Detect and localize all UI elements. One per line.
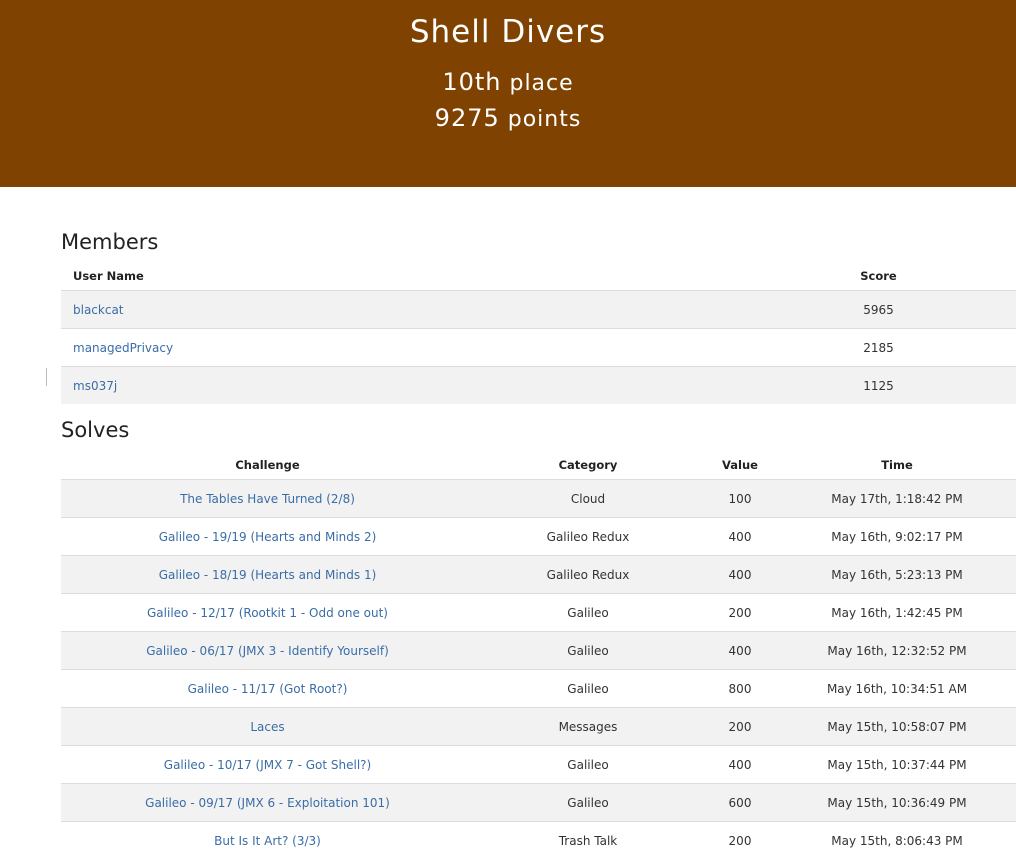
category-cell: Galileo Redux [474,555,702,594]
challenge-link[interactable]: Galileo - 06/17 (JMX 3 - Identify Yourse… [146,644,389,658]
header-time: Time [881,458,913,472]
category-cell: Galileo [474,669,702,708]
category-cell: Galileo [474,745,702,784]
header-score: Score [860,269,897,283]
category-cell: Galileo Redux [474,517,702,556]
challenge-cell: The Tables Have Turned (2/8) [61,479,474,518]
member-row: ms037j 1125 [61,366,1016,404]
solve-row: Galileo - 19/19 (Hearts and Minds 2) Gal… [61,517,1016,556]
category-cell: Trash Talk [474,821,702,859]
time-cell: May 16th, 9:02:17 PM [778,517,1016,556]
category-cell: Galileo [474,631,702,670]
challenge-link[interactable]: Galileo - 18/19 (Hearts and Minds 1) [159,568,377,582]
challenge-link[interactable]: Galileo - 10/17 (JMX 7 - Got Shell?) [164,758,371,772]
points-word: points [507,107,582,132]
challenge-cell: Galileo - 06/17 (JMX 3 - Identify Yourse… [61,631,474,670]
challenge-cell: Laces [61,707,474,746]
member-name-cell: ms037j [61,366,741,404]
value-cell: 600 [702,783,778,822]
challenge-cell: But Is It Art? (3/3) [61,821,474,859]
challenge-cell: Galileo - 18/19 (Hearts and Minds 1) [61,555,474,594]
challenge-link[interactable]: Laces [250,720,284,734]
challenge-link[interactable]: The Tables Have Turned (2/8) [180,492,355,506]
text-cursor [46,368,48,386]
members-header-row: User Name Score [61,262,1016,291]
solve-row: Galileo - 18/19 (Hearts and Minds 1) Gal… [61,555,1016,594]
time-cell: May 17th, 1:18:42 PM [778,479,1016,518]
header-category: Category [558,458,618,472]
members-table: User Name Score blackcat 5965 managedPri… [61,262,1016,404]
challenge-cell: Galileo - 09/17 (JMX 6 - Exploitation 10… [61,783,474,822]
solves-heading: Solves [61,418,130,442]
solve-row: Galileo - 11/17 (Got Root?) Galileo 800 … [61,669,1016,708]
member-name-cell: blackcat [61,290,741,329]
member-row: blackcat 5965 [61,290,1016,329]
value-cell: 400 [702,517,778,556]
solve-row: Galileo - 12/17 (Rootkit 1 - Odd one out… [61,593,1016,632]
team-place: 10th place [0,68,1016,96]
team-points: 9275 points [0,104,1016,132]
value-cell: 200 [702,593,778,632]
place-number: 10th [442,68,502,96]
value-cell: 200 [702,821,778,859]
member-score: 5965 [741,290,1016,329]
solve-row: Galileo - 06/17 (JMX 3 - Identify Yourse… [61,631,1016,670]
member-row: managedPrivacy 2185 [61,328,1016,367]
time-cell: May 15th, 10:36:49 PM [778,783,1016,822]
header-value: Value [722,458,758,472]
time-cell: May 16th, 10:34:51 AM [778,669,1016,708]
time-cell: May 15th, 10:37:44 PM [778,745,1016,784]
challenge-cell: Galileo - 12/17 (Rootkit 1 - Odd one out… [61,593,474,632]
category-cell: Cloud [474,479,702,518]
solve-row: Galileo - 09/17 (JMX 6 - Exploitation 10… [61,783,1016,822]
value-cell: 800 [702,669,778,708]
solve-row: The Tables Have Turned (2/8) Cloud 100 M… [61,479,1016,518]
time-cell: May 15th, 8:06:43 PM [778,821,1016,859]
solve-row: But Is It Art? (3/3) Trash Talk 200 May … [61,821,1016,859]
member-score: 1125 [741,366,1016,404]
header-challenge: Challenge [235,458,300,472]
member-score: 2185 [741,328,1016,367]
member-link[interactable]: blackcat [73,303,124,317]
value-cell: 400 [702,631,778,670]
members-heading: Members [61,230,159,254]
challenge-cell: Galileo - 11/17 (Got Root?) [61,669,474,708]
member-link[interactable]: ms037j [73,379,117,393]
solve-row: Galileo - 10/17 (JMX 7 - Got Shell?) Gal… [61,745,1016,784]
header-user-name: User Name [73,269,144,283]
member-name-cell: managedPrivacy [61,328,741,367]
category-cell: Messages [474,707,702,746]
challenge-cell: Galileo - 10/17 (JMX 7 - Got Shell?) [61,745,474,784]
team-banner: Shell Divers 10th place 9275 points [0,0,1016,187]
time-cell: May 16th, 5:23:13 PM [778,555,1016,594]
team-name: Shell Divers [409,14,607,50]
time-cell: May 16th, 12:32:52 PM [778,631,1016,670]
challenge-cell: Galileo - 19/19 (Hearts and Minds 2) [61,517,474,556]
challenge-link[interactable]: But Is It Art? (3/3) [214,834,321,848]
challenge-link[interactable]: Galileo - 11/17 (Got Root?) [188,682,348,696]
time-cell: May 16th, 1:42:45 PM [778,593,1016,632]
value-cell: 200 [702,707,778,746]
challenge-link[interactable]: Galileo - 12/17 (Rootkit 1 - Odd one out… [147,606,388,620]
category-cell: Galileo [474,593,702,632]
points-number: 9275 [434,104,500,132]
challenge-link[interactable]: Galileo - 19/19 (Hearts and Minds 2) [159,530,377,544]
category-cell: Galileo [474,783,702,822]
place-word: place [509,71,574,96]
solves-table: Challenge Category Value Time The Tables… [61,451,1016,859]
value-cell: 400 [702,555,778,594]
solves-header-row: Challenge Category Value Time [61,451,1016,480]
value-cell: 100 [702,479,778,518]
time-cell: May 15th, 10:58:07 PM [778,707,1016,746]
value-cell: 400 [702,745,778,784]
member-link[interactable]: managedPrivacy [73,341,173,355]
challenge-link[interactable]: Galileo - 09/17 (JMX 6 - Exploitation 10… [145,796,390,810]
solve-row: Laces Messages 200 May 15th, 10:58:07 PM [61,707,1016,746]
